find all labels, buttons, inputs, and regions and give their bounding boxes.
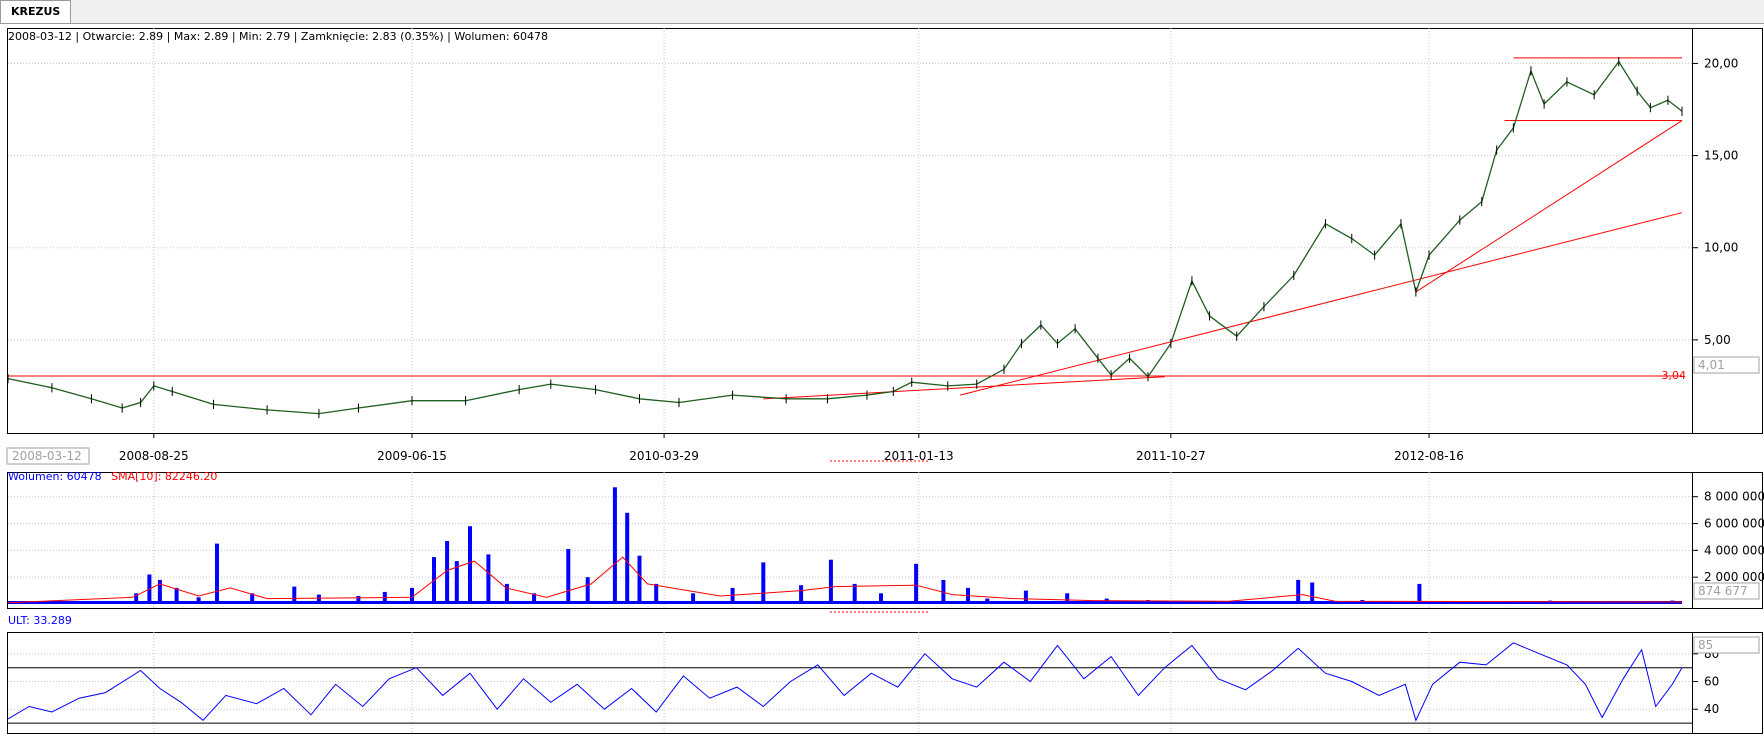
- volume-y-tick-label: 6 000 000: [1704, 517, 1764, 531]
- volume-y-tick-label: 2 000 000: [1704, 570, 1764, 584]
- price-y-tick-label: 20,00: [1704, 56, 1738, 70]
- volume-bar: [625, 512, 630, 604]
- volume-bar: [1310, 582, 1315, 604]
- price-panel-frame: [7, 28, 1763, 434]
- cursor-date-label: 2008-03-12: [12, 449, 82, 463]
- sma-legend-value: SMA[10]: 82246.20: [111, 470, 217, 483]
- volume-bar: [445, 541, 450, 604]
- volume-bar: [585, 577, 590, 604]
- volume-bar: [566, 549, 571, 604]
- volume-bar: [486, 554, 491, 604]
- chart-window: KREZUS 2008-08-25 2009-06-15 2010-03-29 201…: [0, 0, 1764, 736]
- level-label: 3,04: [1662, 369, 1687, 382]
- ult-legend: ULT: 33.289: [8, 614, 72, 627]
- volume-legend-value: Wolumen: 60478: [8, 470, 102, 483]
- ult-y-tick-label: 60: [1704, 675, 1719, 689]
- volume-y-tick-label: 4 000 000: [1704, 543, 1764, 557]
- volume-bar: [215, 543, 219, 604]
- ult-y-tick-label: 40: [1704, 702, 1719, 716]
- x-tick-label: 2008-08-25: [119, 449, 189, 463]
- sma-line: [7, 556, 1683, 604]
- volume-bar: [637, 555, 642, 604]
- price-y-tick-label: 10,00: [1704, 241, 1738, 255]
- price-series: [7, 56, 1683, 419]
- price-line: [7, 60, 1683, 415]
- trend-line: [763, 376, 1165, 400]
- tab-bar: KREZUS: [0, 0, 1764, 24]
- ult-tag: 85: [1698, 638, 1713, 652]
- volume-panel-frame: [7, 472, 1763, 609]
- volume-bar: [612, 487, 617, 604]
- volume-bar: [1296, 579, 1301, 604]
- price-tag: 4,01: [1698, 358, 1725, 372]
- trend-line: [959, 212, 1683, 396]
- volume-legend: Wolumen: 60478 SMA[10]: 82246.20: [8, 470, 217, 483]
- volume-bar: [654, 583, 659, 604]
- volume-y-tick-label: 8 000 000: [1704, 490, 1764, 504]
- volume-bar: [852, 583, 857, 604]
- ult-series: [7, 642, 1692, 724]
- volume-bars: [7, 487, 1683, 604]
- ult-panel-frame: [7, 632, 1763, 734]
- price-header-info: 2008-03-12 | Otwarcie: 2.89 | Max: 2.89 …: [8, 30, 548, 43]
- price-y-tick-label: 15,00: [1704, 149, 1738, 163]
- trend-line: [1415, 120, 1683, 293]
- x-tick-label: 2010-03-29: [629, 449, 699, 463]
- volume-bar: [914, 563, 919, 604]
- x-tick-label: 2009-06-15: [377, 449, 447, 463]
- volume-bar: [468, 526, 472, 604]
- volume-bar: [761, 562, 766, 604]
- volume-tag: 874 677: [1698, 584, 1748, 598]
- chart-area[interactable]: 2008-08-25 2009-06-15 2010-03-29 2011-01-13…: [0, 23, 1764, 736]
- grid-lines: [8, 28, 1692, 733]
- tab-krezus[interactable]: KREZUS: [0, 0, 72, 23]
- price-y-tick-label: 5,00: [1704, 333, 1731, 347]
- x-tick-label: 2012-08-16: [1394, 449, 1464, 463]
- panel-frames: [7, 28, 1763, 734]
- x-tick-label: 2011-10-27: [1136, 449, 1206, 463]
- volume-bar: [828, 559, 833, 604]
